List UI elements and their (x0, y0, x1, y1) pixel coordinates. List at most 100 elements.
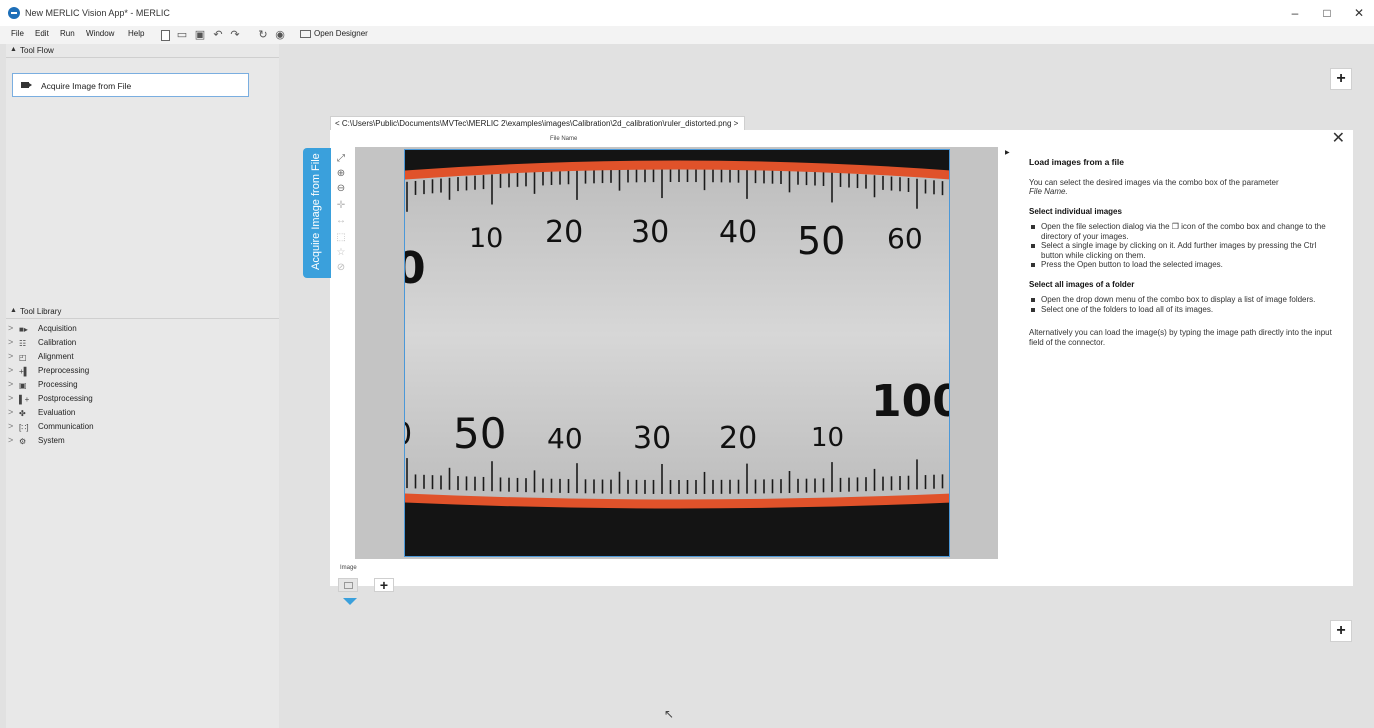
help-outro: Alternatively you can load the image(s) … (1029, 328, 1332, 347)
image-output-label: Image (340, 565, 357, 571)
image-icon (344, 582, 353, 589)
zoom-in-icon[interactable]: ⊕ (334, 167, 348, 181)
minimize-button[interactable]: – (1286, 5, 1304, 21)
add-tool-top-button[interactable]: + (1330, 68, 1352, 90)
help-title: Load images from a file (1029, 157, 1124, 167)
ruler-number-30: 30 (631, 215, 669, 250)
library-item-label: Preprocessing (38, 366, 90, 375)
redo-icon[interactable]: ↷ (228, 28, 242, 42)
chevron-right-icon: > (8, 337, 14, 347)
zoom-out-icon[interactable]: ⊖ (334, 182, 348, 196)
maximize-button[interactable]: □ (1318, 5, 1336, 21)
clear-roi-icon[interactable]: ⊘ (334, 261, 348, 275)
side-tab-label: Acquire Image from File (310, 153, 322, 270)
file-path-value: C:\Users\Public\Documents\MVTec\MERLIC 2… (341, 119, 732, 128)
library-item-label: Acquisition (38, 324, 77, 333)
tool-flow-title: Tool Flow (20, 46, 54, 55)
mouse-cursor-icon: ↖ (664, 707, 675, 721)
ruler-number-b50: 50 (453, 409, 506, 458)
menu-window[interactable]: Window (86, 29, 114, 38)
chevron-right-icon[interactable]: > (734, 119, 739, 128)
polygon-roi-icon[interactable]: ☆ (334, 246, 348, 260)
tool-flow-item-acquire-image[interactable]: Acquire Image from File (12, 73, 249, 97)
run-step-icon[interactable]: ↻ (256, 28, 270, 42)
open-designer-label: Open Designer (314, 29, 368, 38)
ruler-number-partial-bottom: 0 (405, 417, 412, 452)
collapse-arrow-icon[interactable]: ▲ (10, 307, 17, 314)
left-panel: ▲ Tool Flow Acquire Image from File ▲ To… (6, 44, 279, 728)
help-section1-list: Open the file selection dialog via the ❐… (1029, 222, 1339, 270)
menu-help[interactable]: Help (128, 29, 144, 38)
help-intro-param: File Name. (1029, 187, 1068, 196)
collapse-arrow-icon[interactable]: ▲ (10, 46, 17, 53)
undo-icon[interactable]: ↶ (211, 28, 225, 42)
menu-bar: File Edit Run Window Help ▭ ▣ ↶ ↷ ↻ ◉ Op… (0, 26, 1374, 44)
chevron-right-icon: > (8, 421, 14, 431)
chevron-right-icon: > (8, 323, 14, 333)
chevron-right-icon: > (8, 365, 14, 375)
library-item-label: Evaluation (38, 408, 76, 417)
ruler-number-40: 40 (719, 215, 757, 250)
evaluation-icon: ✤ (19, 409, 26, 418)
ruler-number-partial: 0 (405, 243, 426, 294)
tool-flow-item-label: Acquire Image from File (41, 81, 132, 91)
tool-library-header[interactable]: ▲ Tool Library (6, 305, 279, 319)
ruler-number-b40: 40 (547, 422, 583, 455)
system-icon: ⚙ (19, 437, 27, 446)
chevron-left-icon[interactable]: < (335, 119, 340, 128)
menu-edit[interactable]: Edit (35, 29, 49, 38)
close-panel-button[interactable]: ✕ (1332, 128, 1345, 148)
help-panel: Load images from a file You can select t… (1029, 157, 1339, 347)
image-viewer[interactable]: 10 20 30 40 50 60 0 0 50 40 30 20 10 100 (355, 147, 998, 559)
ruler-number-20: 20 (545, 215, 583, 250)
connection-arrow-icon (343, 598, 357, 605)
help-section1-item: Open the file selection dialog via the ❐… (1029, 222, 1339, 241)
fit-to-window-icon[interactable]: ⤢ (334, 152, 348, 166)
help-section2-item: Open the drop down menu of the combo box… (1029, 295, 1339, 305)
merlic-logo-icon (8, 7, 20, 19)
chevron-right-icon: > (8, 435, 14, 445)
rectangle-roi-icon[interactable]: ⬚ (334, 231, 348, 245)
library-item-label: Processing (38, 380, 78, 389)
file-path-combo[interactable]: < C:\Users\Public\Documents\MVTec\MERLIC… (330, 116, 746, 130)
add-output-button[interactable]: + (374, 578, 394, 592)
menu-run[interactable]: Run (60, 29, 75, 38)
postprocess-icon: ▌+ (19, 395, 30, 404)
help-section1-item: Select a single image by clicking on it.… (1029, 241, 1339, 260)
library-item-label: Calibration (38, 338, 77, 347)
ruler-number-60: 60 (887, 222, 923, 255)
file-name-label: File Name (550, 136, 578, 142)
menu-file[interactable]: File (11, 29, 24, 38)
library-item-label: Postprocessing (38, 394, 93, 403)
run-continuous-icon[interactable]: ◉ (273, 28, 287, 42)
library-item-label: System (38, 436, 65, 445)
communication-icon: [∷] (19, 423, 29, 432)
tool-flow-header[interactable]: ▲ Tool Flow (6, 44, 279, 58)
help-intro-text: You can select the desired images via th… (1029, 177, 1279, 187)
new-file-icon[interactable] (161, 30, 170, 41)
grid-icon: ☷ (19, 339, 27, 348)
measure-icon[interactable]: ↔ (334, 214, 348, 228)
close-window-button[interactable]: ✕ (1350, 5, 1368, 21)
add-tool-bottom-button[interactable]: + (1330, 620, 1352, 642)
ruler-number-b30: 30 (633, 421, 671, 456)
ruler-number-50: 50 (797, 219, 845, 263)
collapse-help-arrow-icon[interactable]: ▶ (1005, 149, 1010, 156)
camera-icon: ■▸ (19, 325, 28, 334)
save-icon[interactable]: ▣ (193, 28, 207, 42)
open-designer-button[interactable]: Open Designer (300, 29, 368, 38)
image-output-button[interactable] (338, 578, 358, 592)
help-section2-item: Select one of the folders to load all of… (1029, 305, 1339, 315)
alignment-icon: ◰ (19, 353, 27, 362)
tool-panel: Acquire Image from File File Name ✕ ⤢ ⊕ … (303, 128, 1353, 592)
chevron-right-icon: > (8, 393, 14, 403)
open-folder-icon[interactable]: ▭ (175, 28, 189, 42)
crosshair-icon[interactable]: ✛ (334, 199, 348, 213)
acquire-image-side-tab[interactable]: Acquire Image from File (303, 148, 331, 278)
title-bar: New MERLIC Vision App* - MERLIC – □ ✕ (0, 0, 1374, 26)
camera-icon (21, 82, 32, 88)
chevron-right-icon: > (8, 379, 14, 389)
ruler-number-b10: 10 (811, 423, 844, 453)
processing-icon: ▣ (19, 381, 27, 390)
ruler-image: 10 20 30 40 50 60 0 0 50 40 30 20 10 100 (404, 149, 950, 557)
